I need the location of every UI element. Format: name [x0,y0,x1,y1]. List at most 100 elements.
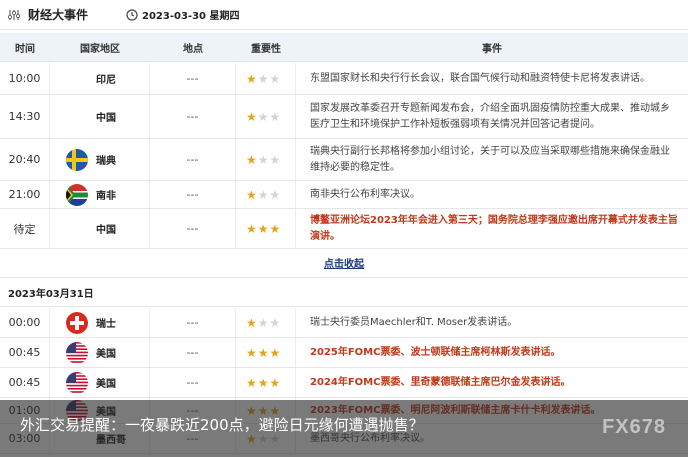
star-filled-icon: ★ [257,345,270,360]
day2-date-label: 2023年03月31日 [0,279,688,307]
row-importance: ★★★ [236,139,296,180]
row-time: 20:40 [0,139,50,180]
row-importance: ★★★ [236,209,296,248]
star-filled-icon: ★ [246,152,258,167]
south-africa-flag-icon [66,183,88,206]
col-event: 事件 [482,43,502,55]
row-place: --- [150,368,236,397]
country-name: 美国 [96,379,116,390]
row-country: 印尼 [50,63,150,94]
star-empty-icon: ★ [269,315,282,330]
row-country: 瑞典 [50,139,150,180]
row-importance: ★★★ [236,95,296,138]
table-row[interactable]: 待定 中国 --- ★ ★ ★ 博鳌亚洲论坛2023年年会进入第三天；国务院总理李强应邀出席… [0,209,688,249]
sweden-flag-icon [66,148,88,171]
star-filled-icon: ★ [246,187,258,202]
overlay-headline[interactable]: 外汇交易提醒：一夜暴跌近200点，避险日元缘何遭遇抛售？ [20,414,424,435]
star-empty-icon: ★ [257,315,270,330]
row-time: 14:30 [0,95,50,138]
star-filled-icon: ★ [269,345,282,360]
star-filled-icon: ★ [246,315,258,330]
top-bar: 财经大事件 2023-03-30 星期四 [0,0,688,30]
row-event: 南非央行公布利率决议。 [310,188,420,200]
row-country: 中国 [50,95,150,138]
country-name: 南非 [96,191,116,202]
row-country: 美国 [50,338,150,367]
col-place: 地点 [183,43,203,55]
switzerland-flag-icon [66,311,88,334]
star-filled-icon: ★ [246,375,258,390]
row-place: --- [150,209,236,248]
table-row[interactable]: 10:00 印尼 --- ★ ★ ★ 东盟国家财长和央行行长会议，联合国气候行动和融资特使卡… [0,63,688,95]
table-row[interactable]: 21:00 南非 --- ★ ★ ★ 南非央行公布利率决议。 [0,181,688,209]
table-header: 时间 国家地区 地点 重要性 事件 [0,33,688,62]
col-time: 时间 [15,43,35,55]
row-country: 瑞士 [50,308,150,337]
row-country: 美国 [50,368,150,397]
col-importance: 重要性 [251,43,281,55]
row-time: 待定 [0,209,50,248]
row-importance: ★★★ [236,338,296,367]
news-overlay[interactable]: 外汇交易提醒：一夜暴跌近200点，避险日元缘何遭遇抛售？ FX678 [0,400,688,457]
star-empty-icon: ★ [257,152,270,167]
country-name: 瑞典 [96,156,116,167]
country-name: 印尼 [96,75,116,86]
col-country: 国家地区 [80,43,120,55]
collapse-link-row: 点击收起 [0,248,688,278]
star-filled-icon: ★ [246,71,258,86]
star-empty-icon: ★ [269,71,282,86]
star-empty-icon: ★ [269,152,282,167]
row-time: 00:45 [0,338,50,367]
row-event: 2024年FOMC票委、里奇蒙德联储主席巴尔金发表讲话。 [310,376,571,388]
row-place: --- [150,181,236,208]
star-empty-icon: ★ [269,187,282,202]
row-event: 瑞士央行委员Maechler和T. Moser发表讲话。 [310,316,518,328]
filter-icon[interactable] [6,7,22,23]
row-event: 东盟国家财长和央行行长会议，联合国气候行动和融资特使卡尼将发表讲话。 [310,72,650,84]
row-place: --- [150,139,236,180]
table-row[interactable]: 00:45 美国 --- ★ ★ ★ 2025年FOMC票委、波士顿联储主席柯林斯发表讲话。 [0,338,688,368]
table-row[interactable]: 00:00 瑞士 --- ★ ★ ★ 瑞士央行委员Maechler和T. Moser发表讲话… [0,308,688,338]
star-filled-icon: ★ [269,375,282,390]
star-filled-icon: ★ [246,221,258,236]
star-filled-icon: ★ [257,221,270,236]
star-filled-icon: ★ [269,221,282,236]
row-time: 21:00 [0,181,50,208]
collapse-link[interactable]: 点击收起 [324,255,364,270]
row-importance: ★★★ [236,63,296,94]
table-row[interactable]: 00:45 美国 --- ★ ★ ★ 2024年FOMC票委、里奇蒙德联储主席巴尔金发表讲话… [0,368,688,398]
country-name: 中国 [96,113,116,124]
row-time: 00:45 [0,368,50,397]
page-title: 财经大事件 [28,8,89,22]
country-name: 瑞士 [96,319,116,330]
star-filled-icon: ★ [246,109,258,124]
country-name: 中国 [96,225,116,236]
star-filled-icon: ★ [246,345,258,360]
row-place: --- [150,63,236,94]
usa-flag-icon [66,371,88,394]
row-country: 南非 [50,181,150,208]
star-empty-icon: ★ [257,109,270,124]
country-name: 美国 [96,349,116,360]
row-time: 10:00 [0,63,50,94]
row-country: 中国 [50,209,150,248]
row-place: --- [150,338,236,367]
row-event: 博鳌亚洲论坛2023年年会进入第三天；国务院总理李强应邀出席开幕式并发表主旨演讲… [310,214,678,242]
star-empty-icon: ★ [257,187,270,202]
row-importance: ★★★ [236,368,296,397]
row-event: 2025年FOMC票委、波士顿联储主席柯林斯发表讲话。 [310,346,561,358]
row-time: 00:00 [0,308,50,337]
row-event: 瑞典央行副行长邦格将参加小组讨论，关于可以及应当采取哪些措施来确保金融业维持必要… [310,145,670,173]
table-row[interactable]: 20:40 瑞典 --- ★ ★ ★ 瑞典央行副行长邦格将参加小组讨论，关于可以及应当采取哪… [0,139,688,181]
row-importance: ★★★ [236,181,296,208]
row-place: --- [150,95,236,138]
usa-flag-icon [66,341,88,364]
clock-icon [126,8,138,21]
row-place: --- [150,308,236,337]
row-importance: ★★★ [236,308,296,337]
date-label: 2023-03-30 星期四 [142,11,240,22]
table-row[interactable]: 14:30 中国 --- ★ ★ ★ 国家发展改革委召开专题新闻发布会，介绍全面巩固疫情防控… [0,95,688,139]
star-empty-icon: ★ [269,109,282,124]
star-empty-icon: ★ [257,71,270,86]
star-filled-icon: ★ [257,375,270,390]
